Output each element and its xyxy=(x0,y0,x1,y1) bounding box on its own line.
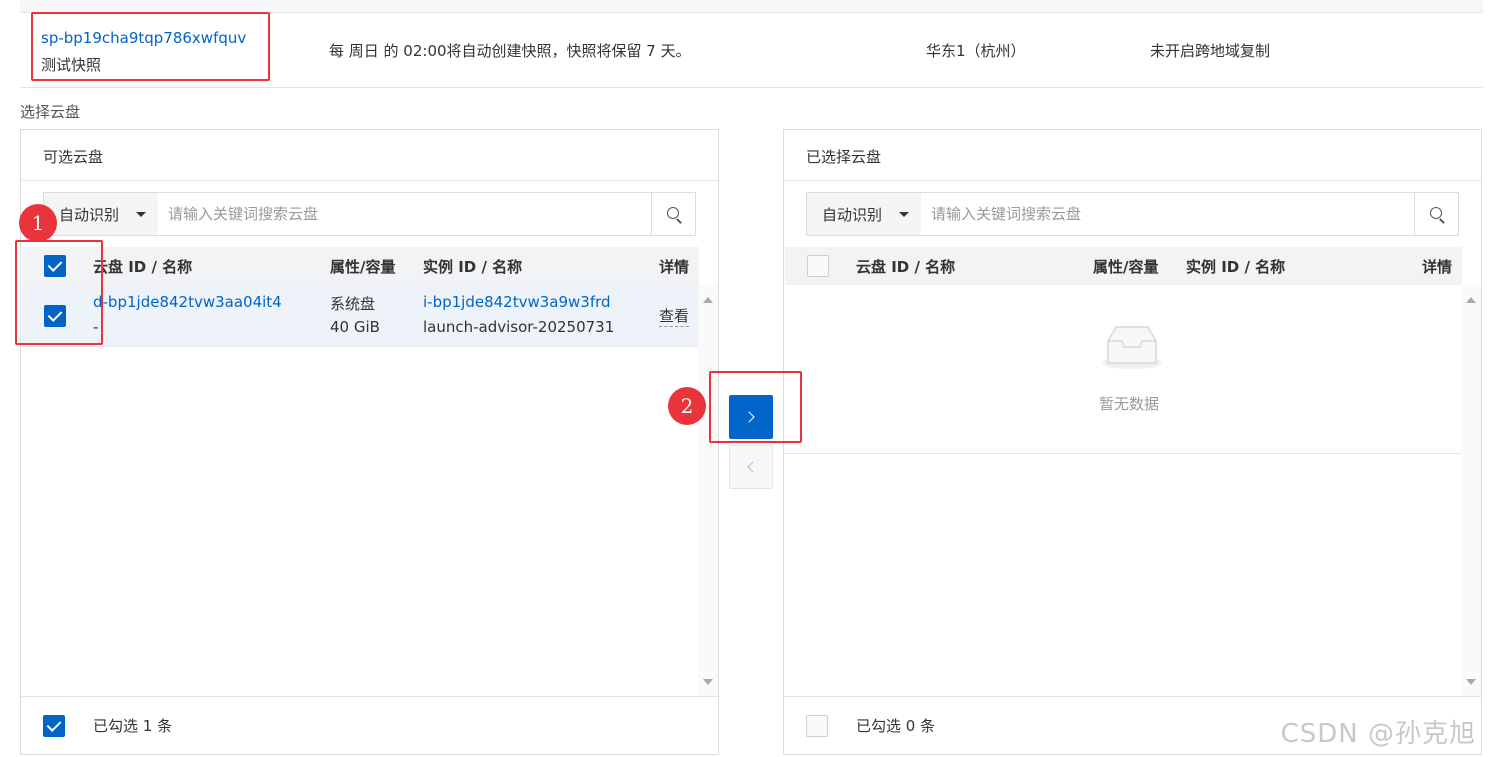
search-icon xyxy=(667,207,679,219)
right-footer-checkbox[interactable] xyxy=(806,715,828,737)
scroll-up-icon[interactable] xyxy=(703,297,713,303)
left-table-header: 云盘 ID / 名称 属性/容量 实例 ID / 名称 详情 xyxy=(22,247,699,285)
search-icon xyxy=(1430,207,1442,219)
step-badge-1: 1 xyxy=(19,204,57,242)
highlight-transfer-button xyxy=(709,371,802,443)
col-detail: 详情 xyxy=(659,258,690,276)
move-left-button[interactable] xyxy=(729,445,773,489)
selected-disks-panel: 已选择云盘 自动识别 云盘 ID / 名称 属性/容量 实例 ID / 名称 详… xyxy=(783,129,1482,755)
right-search-mode-select[interactable]: 自动识别 xyxy=(807,193,921,235)
disk-capacity: 40 GiB xyxy=(330,318,380,336)
left-search-button[interactable] xyxy=(651,193,695,235)
col-instance: 实例 ID / 名称 xyxy=(423,258,523,276)
right-search-bar: 自动识别 xyxy=(806,192,1459,236)
section-label: 选择云盘 xyxy=(20,103,81,121)
selected-disks-title: 已选择云盘 xyxy=(784,130,1481,181)
available-disks-title: 可选云盘 xyxy=(21,130,718,181)
instance-id-link[interactable]: i-bp1jde842tvw3a9w3frd xyxy=(423,293,611,311)
chevron-left-icon xyxy=(747,461,759,473)
available-disks-panel: 可选云盘 自动识别 云盘 ID / 名称 属性/容量 实例 ID / 名称 详情… xyxy=(20,129,719,755)
left-search-mode-label: 自动识别 xyxy=(59,206,120,224)
highlight-checkboxes xyxy=(15,240,103,345)
disk-id-link[interactable]: d-bp1jde842tvw3aa04it4 xyxy=(93,293,282,311)
left-footer-checkbox[interactable] xyxy=(43,715,65,737)
left-selected-count: 已勾选 1 条 xyxy=(93,717,173,735)
col-disk-id: 云盘 ID / 名称 xyxy=(93,258,193,276)
col-attr: 属性/容量 xyxy=(1093,258,1159,276)
view-detail-link[interactable]: 查看 xyxy=(659,305,690,327)
right-scrollbar[interactable] xyxy=(1461,285,1481,697)
right-search-button[interactable] xyxy=(1414,193,1458,235)
col-instance: 实例 ID / 名称 xyxy=(1186,258,1286,276)
instance-name: launch-advisor-20250731 xyxy=(423,318,615,336)
right-search-mode-label: 自动识别 xyxy=(822,206,883,224)
left-search-mode-select[interactable]: 自动识别 xyxy=(44,193,158,235)
scroll-down-icon[interactable] xyxy=(1466,679,1476,685)
col-disk-id: 云盘 ID / 名称 xyxy=(856,258,956,276)
right-table-header: 云盘 ID / 名称 属性/容量 实例 ID / 名称 详情 xyxy=(785,247,1462,285)
empty-box-icon xyxy=(1102,326,1162,369)
right-select-all-checkbox[interactable] xyxy=(807,255,829,277)
scroll-up-icon[interactable] xyxy=(1466,297,1476,303)
left-scrollbar[interactable] xyxy=(698,285,718,697)
highlight-snapshot xyxy=(31,12,270,81)
right-search-input[interactable] xyxy=(931,199,1411,229)
left-panel-footer: 已勾选 1 条 xyxy=(21,696,718,754)
table-row[interactable]: d-bp1jde842tvw3aa04it4 - 系统盘 40 GiB i-bp… xyxy=(22,285,699,347)
col-attr: 属性/容量 xyxy=(330,258,396,276)
snapshot-schedule: 每 周日 的 02:00将自动创建快照，快照将保留 7 天。 xyxy=(329,42,691,60)
right-selected-count: 已勾选 0 条 xyxy=(856,717,936,735)
col-detail: 详情 xyxy=(1422,258,1453,276)
replication-status: 未开启跨地域复制 xyxy=(1150,42,1271,60)
step-badge-2: 2 xyxy=(668,387,706,425)
empty-state: 暂无数据 xyxy=(785,285,1462,454)
watermark: CSDN @孙克旭 xyxy=(1280,719,1476,749)
empty-text: 暂无数据 xyxy=(1099,395,1160,413)
chevron-down-icon xyxy=(899,212,909,217)
chevron-down-icon xyxy=(136,212,146,217)
left-search-input[interactable] xyxy=(168,199,648,229)
scroll-down-icon[interactable] xyxy=(703,679,713,685)
left-search-bar: 自动识别 xyxy=(43,192,696,236)
snapshot-region: 华东1（杭州） xyxy=(926,42,1026,60)
disk-attr: 系统盘 xyxy=(330,295,376,313)
